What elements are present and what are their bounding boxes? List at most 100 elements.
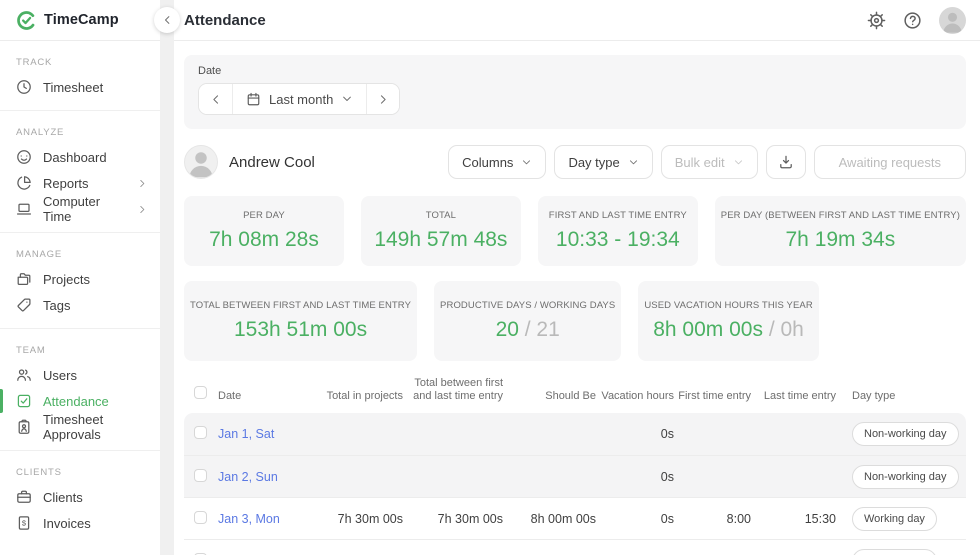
sidebar-item-timesheet-approvals[interactable]: Timesheet Approvals (0, 414, 160, 440)
day-type-badge[interactable]: Working day (852, 549, 937, 555)
select-all-checkbox[interactable] (194, 386, 207, 399)
stat-card-label: TOTAL BETWEEN FIRST AND LAST TIME ENTRY (190, 300, 411, 311)
main-area: Attendance Date (174, 0, 980, 555)
sidebar-item-label: Tags (43, 298, 70, 313)
table-row-jan-4-tue: Jan 4, Tue4h 45m 00sadd7h 30m 00s8h 00m … (184, 539, 966, 555)
sidebar-item-label: Dashboard (43, 150, 107, 165)
chevron-left-icon (209, 93, 222, 106)
attendance-table: DateTotal in projectsTotal between first… (184, 373, 966, 555)
help-icon (903, 11, 922, 30)
date-link[interactable]: Jan 2, Sun (218, 470, 278, 484)
sidebar-collapse-button[interactable] (154, 7, 180, 33)
vacation-hours-value: 0s (596, 427, 674, 441)
sidebar-section-label: ANALYZE (16, 127, 160, 138)
day-type-button[interactable]: Day type (554, 145, 652, 179)
sidebar-item-attendance[interactable]: Attendance (0, 388, 160, 414)
date-link[interactable]: Jan 3, Mon (218, 512, 280, 526)
sidebar-nav: TRACKTimesheetANALYZEDashboardReportsCom… (0, 41, 160, 546)
brand-logo-row[interactable]: TimeCamp (0, 0, 160, 41)
stat-card-label: USED VACATION HOURS THIS YEAR (644, 300, 812, 311)
vacation-hours-value: 0s (596, 470, 674, 484)
table-body: Jan 1, Sat 0s Non-working day Jan 2, Sun 0s N… (184, 413, 966, 555)
table-row-jan-2-sun: Jan 2, Sun 0s Non-working day (184, 455, 966, 497)
stat-card-used-vacation-hours-this-year: USED VACATION HOURS THIS YEAR 8h 00m 00s … (638, 281, 818, 361)
stats-row-1: PER DAY7h 08m 28sTOTAL149h 57m 48sFIRST … (184, 196, 966, 266)
chevron-right-icon (137, 178, 148, 189)
row-checkbox[interactable] (194, 511, 207, 524)
account-avatar[interactable] (939, 7, 966, 34)
day-type-badge[interactable]: Non-working day (852, 422, 959, 446)
next-period-button[interactable] (366, 84, 399, 114)
bulk-edit-button[interactable]: Bulk edit (661, 145, 758, 179)
settings-button[interactable] (867, 11, 886, 30)
sidebar: TimeCamp TRACKTimesheetANALYZEDashboardR… (0, 0, 160, 555)
briefcase-icon (16, 489, 32, 505)
stat-card-value: 7h 19m 34s (786, 228, 896, 252)
date-filter-label: Date (198, 65, 952, 77)
day-type-badge[interactable]: Non-working day (852, 465, 959, 489)
date-link[interactable]: Jan 1, Sat (218, 427, 274, 441)
pie-chart-icon (16, 175, 32, 191)
sidebar-item-reports[interactable]: Reports (0, 170, 160, 196)
user-row: Andrew Cool Columns Day type Bulk edit (184, 141, 966, 183)
sidebar-item-label: Projects (43, 272, 90, 287)
clipboard-icon (16, 419, 32, 435)
brand-name: TimeCamp (44, 12, 119, 28)
chevron-down-icon (521, 157, 532, 168)
sidebar-section-team: TEAMUsersAttendanceTimesheet Approvals (0, 329, 160, 451)
stat-value-main: 153h 51m 00s (234, 318, 367, 341)
chevron-left-icon (161, 14, 173, 26)
stat-card-label: FIRST AND LAST TIME ENTRY (549, 210, 687, 221)
stat-card-label: PRODUCTIVE DAYS / WORKING DAYS (440, 300, 615, 311)
stat-value-main: 10:33 - 19:34 (556, 228, 680, 251)
help-button[interactable] (903, 11, 922, 30)
stat-card-value: 149h 57m 48s (374, 228, 507, 252)
sidebar-section-analyze: ANALYZE Dashboard Reports Computer Time (0, 111, 160, 233)
date-range-dropdown[interactable]: Last month (232, 84, 366, 114)
sidebar-item-label: Timesheet (43, 80, 103, 95)
col-header-should-be: Should Be (503, 390, 596, 404)
sidebar-item-users[interactable]: Users (0, 362, 160, 388)
folder-icon (16, 271, 32, 287)
sidebar-item-label: Timesheet Approvals (43, 412, 160, 442)
chevron-down-icon (733, 157, 744, 168)
user-name: Andrew Cool (229, 154, 315, 171)
gear-icon (867, 11, 886, 30)
stats-row-2: TOTAL BETWEEN FIRST AND LAST TIME ENTRY 1… (184, 281, 966, 361)
export-button[interactable] (766, 145, 806, 179)
sidebar-item-timesheet[interactable]: Timesheet (0, 74, 160, 100)
col-header-last-time-entry: Last time entry (751, 390, 836, 404)
stat-value-suffix: / 0h (763, 318, 804, 341)
sidebar-item-computer-time[interactable]: Computer Time (0, 196, 160, 222)
sidebar-item-projects[interactable]: Projects (0, 266, 160, 292)
sidebar-item-dashboard[interactable]: Dashboard (0, 144, 160, 170)
row-checkbox[interactable] (194, 469, 207, 482)
prev-period-button[interactable] (199, 84, 232, 114)
page-title: Attendance (184, 12, 266, 29)
person-icon (184, 145, 218, 179)
sidebar-item-label: Computer Time (43, 194, 126, 224)
awaiting-requests-label: Awaiting requests (839, 155, 941, 170)
date-range-control: Last month (198, 83, 400, 115)
columns-label: Columns (462, 155, 513, 170)
stat-card-value: 10:33 - 19:34 (556, 228, 680, 252)
sidebar-item-clients[interactable]: Clients (0, 484, 160, 510)
chevron-down-icon (628, 157, 639, 168)
columns-button[interactable]: Columns (448, 145, 546, 179)
sidebar-item-label: Attendance (43, 394, 109, 409)
sidebar-item-tags[interactable]: Tags (0, 292, 160, 318)
chevron-right-icon (377, 93, 390, 106)
date-range-value: Last month (269, 92, 333, 107)
awaiting-requests-button[interactable]: Awaiting requests (814, 145, 966, 179)
stat-value-main: 7h 08m 28s (209, 228, 319, 251)
row-checkbox[interactable] (194, 426, 207, 439)
sidebar-item-invoices[interactable]: $Invoices (0, 510, 160, 536)
sidebar-item-label: Reports (43, 176, 89, 191)
clock-icon (16, 79, 32, 95)
sidebar-item-label: Clients (43, 490, 83, 505)
stat-card-per-day: PER DAY7h 08m 28s (184, 196, 344, 266)
day-type-badge[interactable]: Working day (852, 507, 937, 531)
stat-card-value: 8h 00m 00s / 0h (653, 318, 804, 342)
col-header-date: Date (218, 390, 306, 404)
person-icon (939, 7, 966, 34)
